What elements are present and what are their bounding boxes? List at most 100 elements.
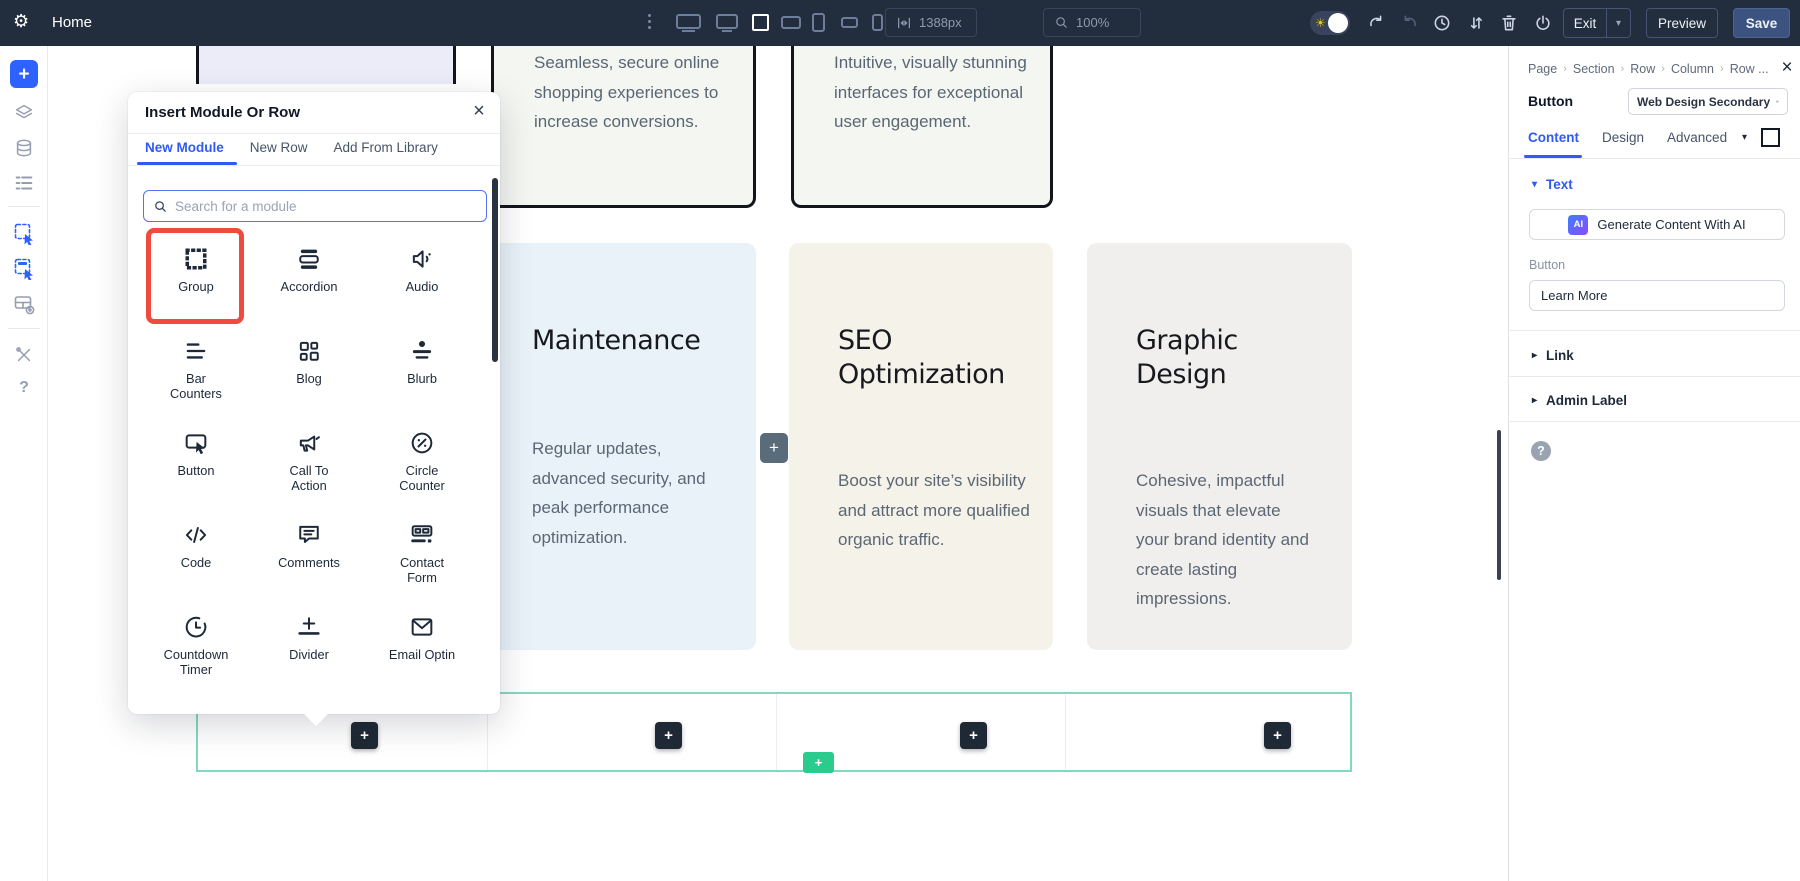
tabs-caret-icon[interactable]: ▾ xyxy=(1742,132,1747,143)
preset-dropdown[interactable]: Web Design Secondary xyxy=(1628,88,1788,115)
tab-content[interactable]: Content xyxy=(1528,130,1579,145)
add-module-column4-button[interactable]: + xyxy=(1264,722,1291,749)
preset-icon xyxy=(1776,100,1779,103)
card-graphic-design[interactable]: Graphic Design Cohesive, impactful visua… xyxy=(1087,243,1352,650)
add-module-column1-button[interactable]: + xyxy=(351,722,378,749)
portability-icon[interactable] xyxy=(1533,13,1553,38)
add-row-green-plus-button[interactable]: + xyxy=(803,752,834,773)
preset-value: Web Design Secondary xyxy=(1637,94,1771,109)
module-tile-email-optin[interactable]: Email Optin xyxy=(376,598,468,690)
module-tile-contact-form[interactable]: Contact Form xyxy=(376,506,468,598)
ai-toggle[interactable]: ☀ xyxy=(1310,11,1350,35)
module-tile-bar-counters[interactable]: Bar Counters xyxy=(150,322,242,414)
element-type-label: Button xyxy=(1528,93,1574,109)
exit-button[interactable]: Exit ▾ xyxy=(1563,8,1631,38)
accordion-icon xyxy=(299,249,319,269)
phone-portrait-view-icon[interactable] xyxy=(872,14,883,31)
add-module-column2-button[interactable]: + xyxy=(655,722,682,749)
breadcrumb-page[interactable]: Page xyxy=(1528,62,1557,76)
add-module-column3-button[interactable]: + xyxy=(960,722,987,749)
redo-icon[interactable] xyxy=(1400,13,1420,38)
more-options-icon[interactable] xyxy=(648,14,652,32)
select-row-icon[interactable] xyxy=(10,254,38,282)
modal-scrollbar[interactable] xyxy=(492,178,498,362)
zoom-field[interactable]: 100% xyxy=(1043,8,1141,37)
collapse-triangle-icon: ▾ xyxy=(1532,179,1538,190)
tab-new-row[interactable]: New Row xyxy=(250,140,308,155)
exit-label: Exit xyxy=(1573,15,1597,31)
page-settings-gear-icon[interactable]: ⚙ xyxy=(13,11,29,32)
module-search-input[interactable] xyxy=(175,198,477,214)
link-section-header[interactable]: ▸ Link xyxy=(1532,348,1574,363)
module-tile-button[interactable]: Button xyxy=(150,414,242,506)
tablet-landscape-view-icon[interactable] xyxy=(781,16,801,29)
panel-close-icon[interactable]: × xyxy=(1775,56,1799,80)
blog-icon xyxy=(299,341,319,361)
card-title: Maintenance xyxy=(532,325,701,356)
card-body-text: Seamless, secure online shopping experie… xyxy=(534,53,720,131)
tools-icon[interactable] xyxy=(10,341,38,369)
preview-square-icon[interactable] xyxy=(1761,128,1780,147)
lavender-card-partial[interactable] xyxy=(196,46,456,84)
top-card-ui[interactable]: Intuitive, visually stunning interfaces … xyxy=(791,46,1053,208)
current-view-icon[interactable] xyxy=(752,14,769,31)
phone-landscape-view-icon[interactable] xyxy=(841,17,858,28)
call-to-action-icon xyxy=(299,435,320,452)
wireframe-list-icon[interactable] xyxy=(10,169,38,197)
insert-module-slate-plus-button[interactable]: + xyxy=(760,433,788,463)
breadcrumb-row[interactable]: Row xyxy=(1630,62,1655,76)
undo-icon[interactable] xyxy=(1366,13,1386,38)
canvas-width-field[interactable]: 1388px xyxy=(885,8,977,37)
exit-caret-icon[interactable]: ▾ xyxy=(1607,18,1630,29)
trash-icon[interactable] xyxy=(1499,13,1519,38)
module-tile-circle-counter[interactable]: Circle Counter xyxy=(376,414,468,506)
breadcrumb-section[interactable]: Section xyxy=(1573,62,1615,76)
layers-icon[interactable] xyxy=(10,99,38,127)
width-arrows-icon xyxy=(898,17,910,28)
desktop-large-view-icon[interactable] xyxy=(676,14,701,32)
tab-new-module[interactable]: New Module xyxy=(145,140,224,155)
panel-help-icon[interactable]: ? xyxy=(1531,441,1551,461)
canvas-scrollbar[interactable] xyxy=(1497,430,1501,580)
add-module-button[interactable]: + xyxy=(10,60,38,88)
tab-add-from-library[interactable]: Add From Library xyxy=(334,140,438,155)
module-tile-divider[interactable]: Divider xyxy=(263,598,355,690)
module-tile-call-to-action[interactable]: Call To Action xyxy=(263,414,355,506)
tab-advanced[interactable]: Advanced xyxy=(1667,130,1727,145)
generate-content-ai-button[interactable]: AI Generate Content With AI xyxy=(1529,209,1785,240)
layout-settings-icon[interactable] xyxy=(10,290,38,318)
breadcrumb-column[interactable]: Column xyxy=(1671,62,1714,76)
module-tile-accordion[interactable]: Accordion xyxy=(263,230,355,322)
desktop-view-icon[interactable] xyxy=(716,14,738,32)
database-icon[interactable] xyxy=(10,134,38,162)
module-tile-audio[interactable]: Audio xyxy=(376,230,468,322)
button-text-input[interactable] xyxy=(1529,280,1785,311)
module-search-box[interactable] xyxy=(143,190,487,222)
module-tile-countdown-timer[interactable]: Countdown Timer xyxy=(150,598,242,690)
expand-triangle-icon: ▸ xyxy=(1532,395,1538,406)
tab-design[interactable]: Design xyxy=(1602,130,1644,145)
text-section-header[interactable]: ▾ Text xyxy=(1532,177,1573,192)
modal-close-icon[interactable]: × xyxy=(466,98,492,124)
history-icon[interactable] xyxy=(1432,13,1452,38)
select-module-icon[interactable] xyxy=(10,219,38,247)
card-maintenance[interactable]: Maintenance Regular updates, advanced se… xyxy=(483,243,756,650)
module-tile-blog[interactable]: Blog xyxy=(263,322,355,414)
save-button[interactable]: Save xyxy=(1733,8,1790,38)
breadcrumb-row2[interactable]: Row ... xyxy=(1730,62,1769,76)
sidebar-help-icon[interactable]: ? xyxy=(10,374,38,402)
module-tile-comments[interactable]: Comments xyxy=(263,506,355,598)
sort-arrows-icon[interactable] xyxy=(1466,13,1486,38)
card-seo-optimization[interactable]: SEO Optimization Boost your site’s visib… xyxy=(789,243,1053,650)
group-module-red-highlight xyxy=(146,228,244,324)
tablet-portrait-view-icon[interactable] xyxy=(812,13,825,32)
preview-button[interactable]: Preview xyxy=(1646,8,1718,38)
card-body-text: Regular updates, advanced security, and … xyxy=(532,439,706,547)
builder-left-sidebar: + ? xyxy=(0,46,48,881)
circle-counter-icon xyxy=(411,432,433,454)
module-tile-code[interactable]: Code xyxy=(150,506,242,598)
admin-label-section-header[interactable]: ▸ Admin Label xyxy=(1532,393,1627,408)
search-icon xyxy=(155,200,166,212)
module-tile-blurb[interactable]: Blurb xyxy=(376,322,468,414)
top-card-ecommerce[interactable]: Seamless, secure online shopping experie… xyxy=(491,46,756,208)
